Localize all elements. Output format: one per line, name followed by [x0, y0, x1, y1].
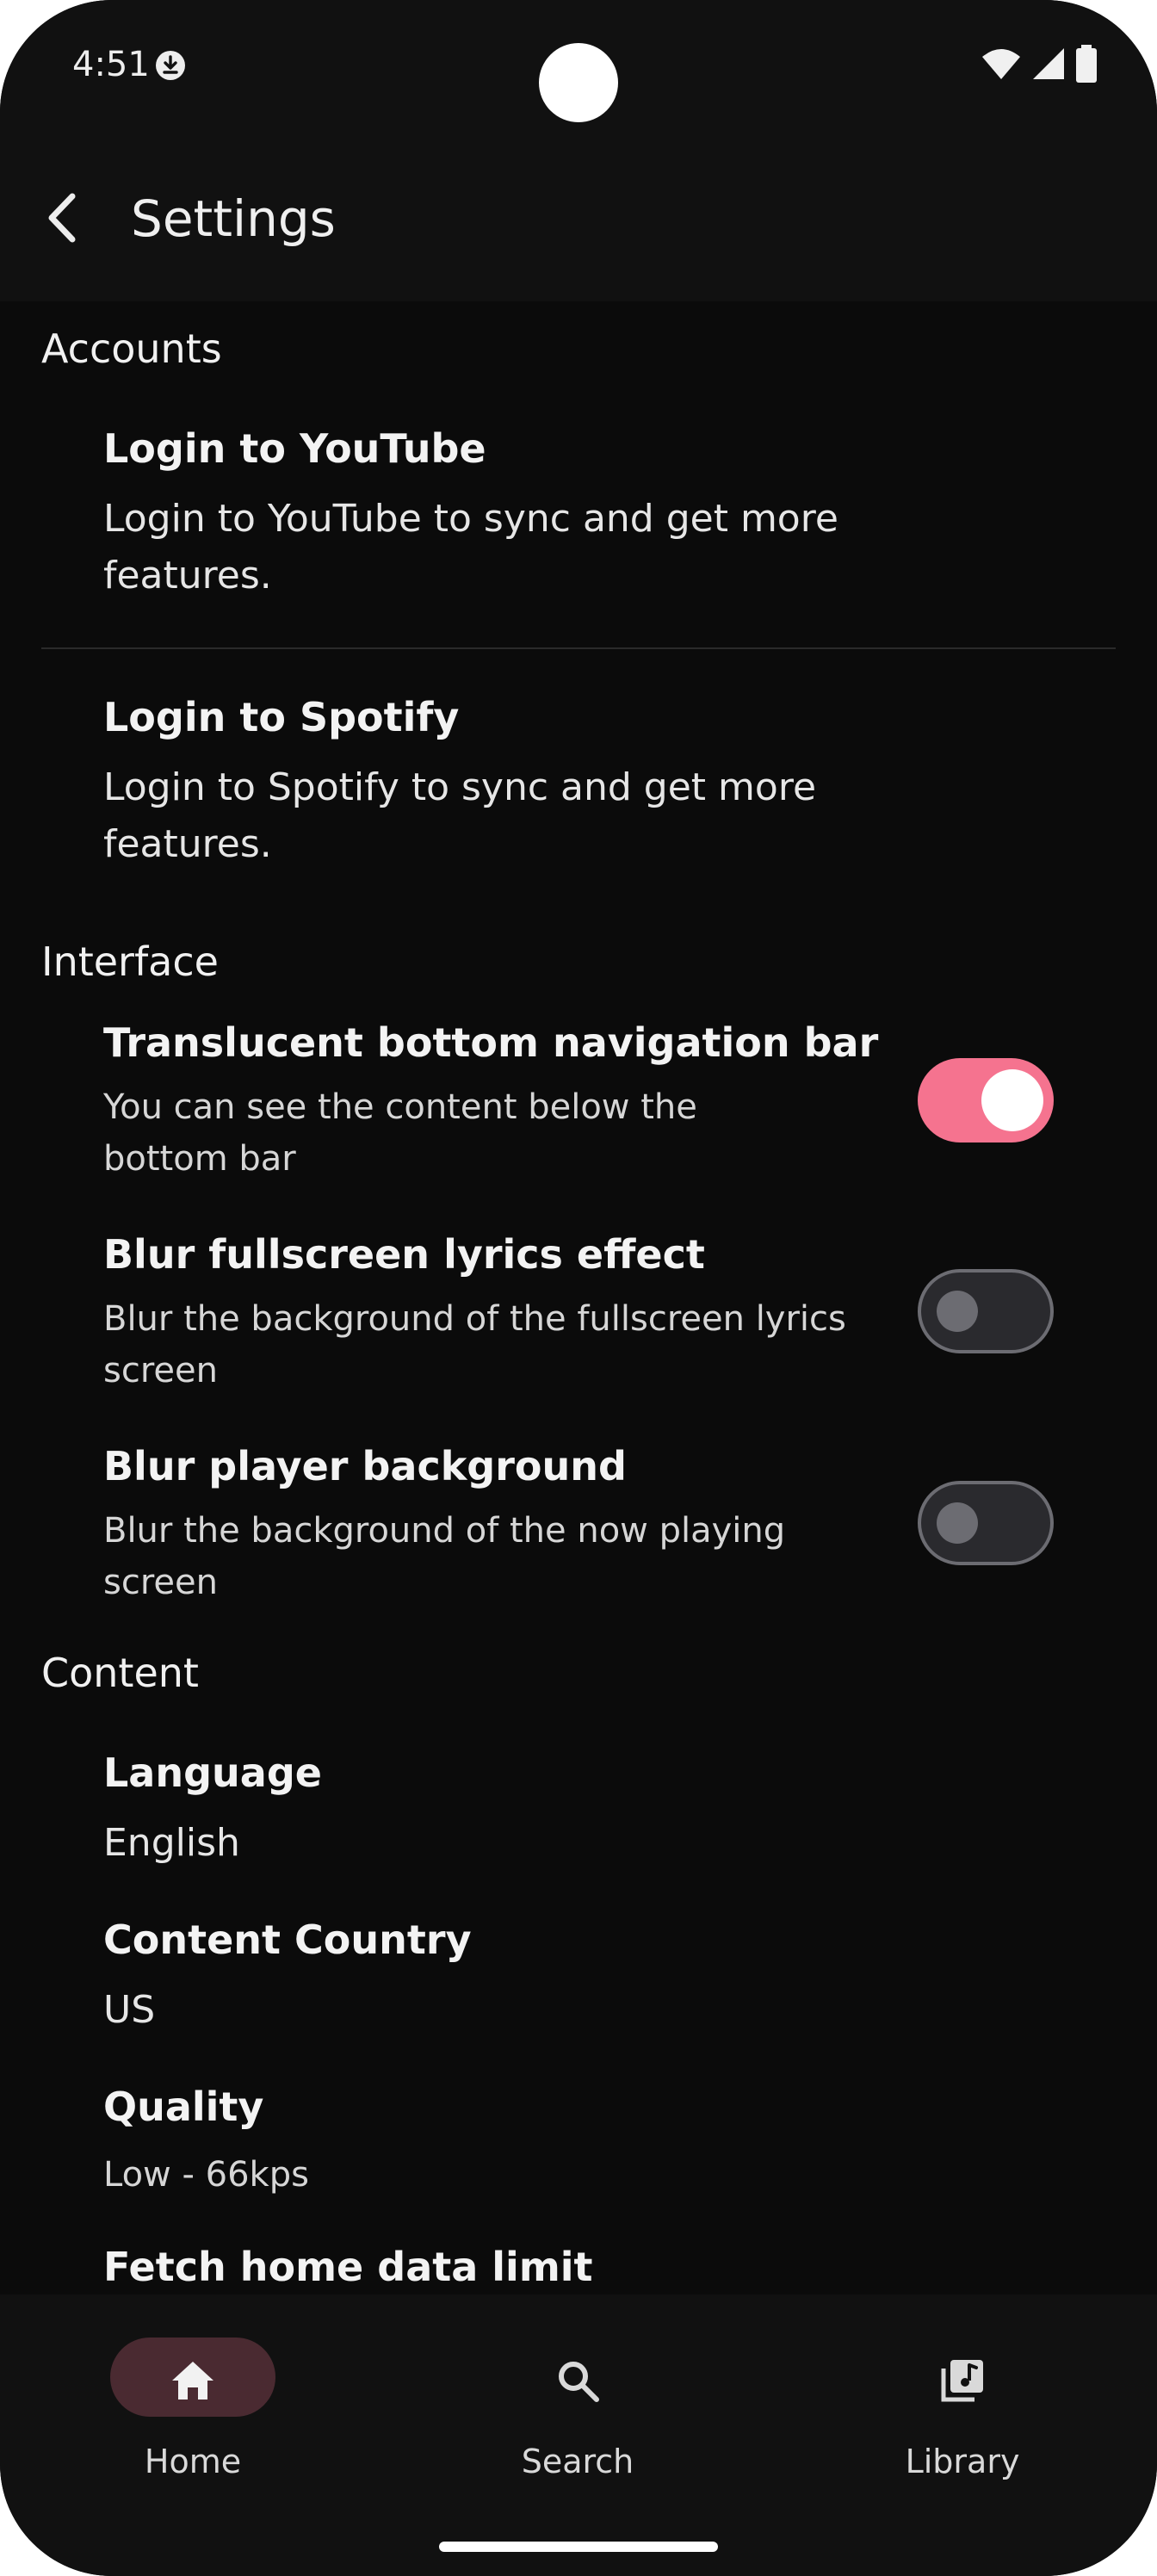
language-title: Language	[103, 1749, 322, 1796]
wifi-icon	[982, 49, 1020, 79]
fetch-limit-title: Fetch home data limit	[103, 2244, 593, 2290]
login-spotify-title: Login to Spotify	[103, 694, 460, 740]
toggle-knob	[937, 1502, 978, 1544]
blur-lyrics-desc-line2: screen	[103, 1351, 218, 1390]
page-title: Settings	[131, 189, 336, 248]
nav-home-label: Home	[144, 2443, 242, 2480]
status-bar: 4:51	[0, 0, 1157, 138]
content-country-value: US	[103, 1988, 156, 2032]
login-youtube-title: Login to YouTube	[103, 425, 486, 472]
system-icons	[981, 45, 1097, 83]
section-title-content: Content	[41, 1650, 199, 1696]
quality-title: Quality	[103, 2084, 264, 2130]
login-youtube-desc-line1: Login to YouTube to sync and get more	[103, 497, 838, 541]
blur-player-toggle[interactable]	[918, 1481, 1054, 1565]
blur-player-desc-line1: Blur the background of the now playing	[103, 1511, 786, 1551]
section-title-interface: Interface	[41, 938, 219, 985]
divider	[41, 647, 1116, 649]
search-icon	[559, 2362, 599, 2402]
bottom-navigation-bar: Home Search Library	[0, 2294, 1157, 2576]
cell-signal-icon	[1033, 48, 1064, 79]
blur-lyrics-desc-line1: Blur the background of the fullscreen ly…	[103, 1299, 846, 1339]
blur-player-desc-line2: screen	[103, 1563, 218, 1602]
quality-value: Low - 66kps	[103, 2155, 309, 2195]
nav-home[interactable]: Home	[43, 2338, 301, 2492]
nav-search[interactable]: Search	[428, 2338, 686, 2492]
nav-library-label: Library	[905, 2443, 1020, 2480]
home-icon	[172, 2362, 213, 2400]
nav-library[interactable]: Library	[813, 2338, 1071, 2492]
toggle-knob	[937, 1291, 978, 1332]
blur-lyrics-title: Blur fullscreen lyrics effect	[103, 1231, 705, 1278]
library-icon	[941, 2360, 983, 2402]
back-arrow-icon[interactable]	[38, 181, 90, 255]
blur-lyrics-toggle[interactable]	[918, 1269, 1054, 1353]
translucent-navbar-desc-line2: bottom bar	[103, 1139, 296, 1179]
battery-icon	[1076, 45, 1097, 83]
translucent-navbar-title: Translucent bottom navigation bar	[103, 1019, 879, 1066]
login-spotify-desc-line1: Login to Spotify to sync and get more	[103, 765, 817, 809]
download-icon	[156, 51, 185, 80]
nav-search-label: Search	[521, 2443, 634, 2480]
section-title-accounts: Accounts	[41, 325, 222, 372]
phone-screen: 4:51 Settings Accounts Login to YouTube …	[0, 0, 1157, 2576]
app-bar: Settings	[0, 138, 1157, 301]
home-indicator[interactable]	[439, 2542, 718, 2552]
login-youtube-desc-line2: features.	[103, 554, 272, 598]
toggle-knob	[981, 1069, 1043, 1131]
status-time: 4:51	[72, 45, 150, 84]
blur-player-title: Blur player background	[103, 1443, 627, 1489]
translucent-navbar-desc-line1: You can see the content below the	[103, 1087, 697, 1127]
content-country-title: Content Country	[103, 1917, 472, 1963]
camera-cutout	[539, 43, 618, 122]
login-spotify-desc-line2: features.	[103, 822, 272, 866]
translucent-navbar-toggle[interactable]	[918, 1058, 1054, 1142]
language-value: English	[103, 1821, 240, 1865]
